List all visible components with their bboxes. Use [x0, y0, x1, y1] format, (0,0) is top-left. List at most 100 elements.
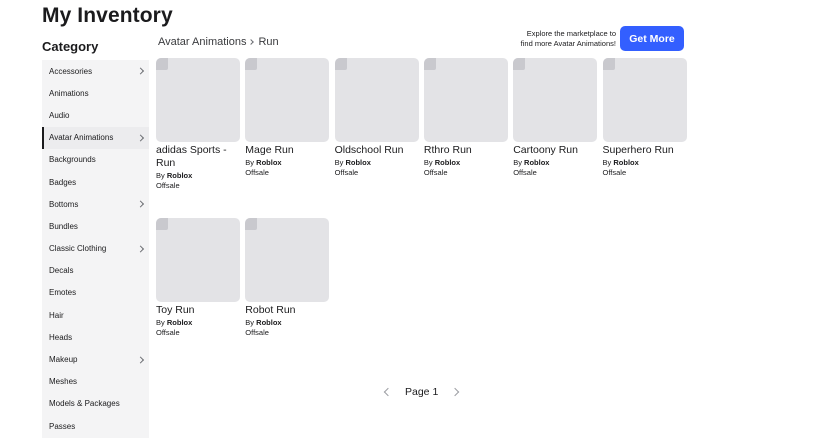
- item-creator-prefix: By: [245, 158, 255, 167]
- chevron-right-icon[interactable]: [451, 387, 460, 397]
- sidebar-item-label: Bottoms: [49, 199, 79, 209]
- item-status: Offsale: [156, 181, 180, 190]
- chevron-right-icon: [136, 245, 145, 253]
- item-thumbnail[interactable]: [513, 58, 598, 142]
- sidebar-item-label: Hair: [49, 310, 64, 320]
- item-type-icon: [245, 218, 258, 230]
- sidebar-item[interactable]: Backgrounds: [42, 149, 149, 171]
- item-thumbnail[interactable]: [245, 58, 330, 142]
- item-creator[interactable]: Roblox: [435, 158, 460, 167]
- item-thumbnail[interactable]: [245, 218, 330, 302]
- item-name[interactable]: Oldschool Run: [335, 144, 419, 157]
- item-creator-line: By Roblox: [156, 318, 240, 328]
- item-creator-line: By Roblox: [424, 158, 508, 168]
- sidebar-item[interactable]: Decals: [42, 260, 149, 282]
- item-name[interactable]: Cartoony Run: [513, 144, 597, 157]
- sidebar-item[interactable]: Bottoms: [42, 193, 149, 215]
- inventory-item-card[interactable]: adidas Sports - Run By Roblox Offsale: [156, 58, 240, 191]
- sidebar-item[interactable]: Makeup: [42, 348, 149, 370]
- sidebar-item[interactable]: Audio: [42, 104, 149, 126]
- sidebar-item[interactable]: Hair: [42, 304, 149, 326]
- sidebar-item[interactable]: Badges: [42, 171, 149, 193]
- get-more-button[interactable]: Get More: [620, 26, 684, 51]
- sidebar-item[interactable]: Meshes: [42, 371, 149, 393]
- sidebar-item[interactable]: Heads: [42, 326, 149, 348]
- chevron-right-icon: [248, 39, 255, 45]
- inventory-item-card[interactable]: Robot Run By Roblox Offsale: [245, 218, 330, 338]
- item-name[interactable]: Mage Run: [245, 144, 329, 157]
- sidebar-item-label: Passes: [49, 421, 76, 431]
- item-thumbnail[interactable]: [423, 58, 508, 142]
- sidebar-item[interactable]: Animations: [42, 82, 149, 104]
- sidebar-item-label: Decals: [49, 266, 74, 276]
- item-status: Offsale: [156, 328, 180, 337]
- sidebar-item-label: Classic Clothing: [49, 244, 107, 254]
- item-creator-line: By Roblox: [335, 158, 419, 168]
- item-status: Offsale: [423, 168, 448, 177]
- sidebar-item-label: Makeup: [49, 355, 78, 365]
- item-creator[interactable]: Roblox: [167, 318, 192, 327]
- item-thumbnail[interactable]: [602, 58, 687, 142]
- item-type-icon: [513, 58, 526, 70]
- inventory-item-card[interactable]: Mage Run By Roblox Offsale: [245, 58, 330, 178]
- item-creator-prefix: By: [423, 158, 433, 167]
- item-creator[interactable]: Roblox: [345, 158, 370, 167]
- item-type-icon: [245, 58, 258, 70]
- sidebar-item[interactable]: Models & Packages: [42, 393, 149, 415]
- item-status: Offsale: [245, 328, 269, 337]
- item-creator[interactable]: Roblox: [256, 318, 281, 327]
- chevron-right-icon: [136, 134, 145, 142]
- item-type-icon: [602, 58, 615, 70]
- sidebar-item-label: Bundles: [49, 221, 78, 231]
- item-name[interactable]: Robot Run: [245, 304, 329, 317]
- pagination: Page 1: [383, 386, 460, 398]
- sidebar-item[interactable]: Accessories: [42, 60, 149, 82]
- sidebar-item[interactable]: Emotes: [42, 282, 149, 304]
- item-creator-prefix: By: [513, 158, 522, 167]
- sidebar-item-label: Accessories: [49, 66, 93, 76]
- item-creator[interactable]: Roblox: [524, 158, 549, 167]
- item-thumbnail[interactable]: [156, 218, 240, 302]
- sidebar-item[interactable]: Bundles: [42, 215, 149, 237]
- inventory-item-card[interactable]: Cartoony Run By Roblox Offsale: [513, 58, 598, 178]
- item-creator[interactable]: Roblox: [613, 158, 638, 167]
- item-type-icon: [156, 58, 168, 70]
- item-creator-line: By Roblox: [245, 318, 329, 328]
- item-name[interactable]: adidas Sports - Run: [156, 144, 240, 170]
- chevron-right-icon: [136, 200, 145, 208]
- item-creator[interactable]: Roblox: [167, 171, 192, 180]
- page-title: My Inventory: [42, 4, 173, 27]
- item-creator-line: By Roblox: [156, 171, 240, 181]
- item-creator[interactable]: Roblox: [256, 158, 281, 167]
- page-label: Page 1: [405, 386, 439, 398]
- sidebar-item-label: Models & Packages: [49, 399, 120, 409]
- sidebar-item[interactable]: Classic Clothing: [42, 238, 149, 260]
- item-thumbnail[interactable]: [334, 58, 419, 142]
- inventory-item-card[interactable]: Superhero Run By Roblox Offsale: [602, 58, 687, 178]
- inventory-item-card[interactable]: Rthro Run By Roblox Offsale: [423, 58, 508, 178]
- item-name[interactable]: Toy Run: [156, 304, 240, 317]
- sidebar-item-label: Meshes: [49, 377, 78, 387]
- chevron-left-icon[interactable]: [383, 387, 393, 397]
- item-type-icon: [334, 58, 347, 70]
- breadcrumb: Avatar Animations Run: [158, 36, 279, 48]
- marketplace-promo-text: Explore the marketplace to find more Ava…: [486, 29, 616, 49]
- inventory-item-card[interactable]: Oldschool Run By Roblox Offsale: [334, 58, 419, 178]
- sidebar-item[interactable]: Avatar Animations: [42, 126, 149, 149]
- sidebar-item-label: Avatar Animations: [49, 133, 114, 143]
- item-status: Offsale: [245, 168, 269, 177]
- promo-line-2: find more Avatar Animations!: [520, 39, 616, 48]
- item-creator-prefix: By: [156, 318, 165, 327]
- item-creator-line: By Roblox: [603, 158, 687, 168]
- sidebar-item-label: Heads: [49, 332, 73, 342]
- sidebar-item[interactable]: Passes: [42, 415, 149, 437]
- breadcrumb-parent[interactable]: Avatar Animations: [158, 36, 246, 48]
- sidebar-item-label: Audio: [49, 110, 70, 120]
- item-thumbnail[interactable]: [156, 58, 240, 142]
- item-creator-line: By Roblox: [245, 158, 329, 168]
- inventory-item-card[interactable]: Toy Run By Roblox Offsale: [156, 218, 240, 338]
- item-name[interactable]: Superhero Run: [603, 144, 687, 157]
- item-creator-prefix: By: [245, 318, 255, 327]
- category-heading: Category: [42, 39, 99, 54]
- item-name[interactable]: Rthro Run: [424, 144, 508, 157]
